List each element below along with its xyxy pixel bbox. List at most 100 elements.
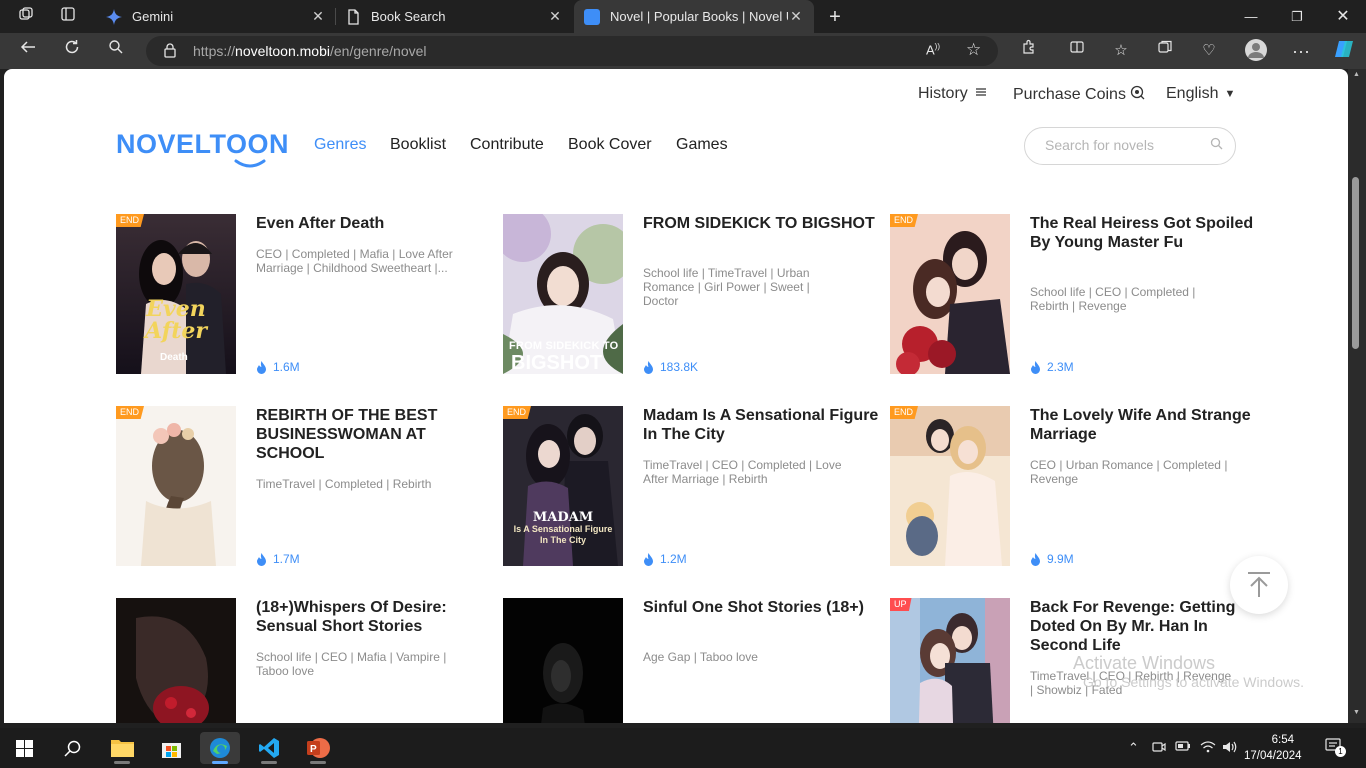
windows-taskbar: P ⌃ 6:54 17/04/2024 1 [0,728,1366,768]
book-cover-image[interactable] [503,598,623,723]
book-title[interactable]: Even After Death [256,214,496,233]
favorite-star-icon[interactable]: ☆ [966,40,981,60]
book-card[interactable]: END The Lovely Wife And Strange Marriage… [890,406,1260,566]
book-card[interactable]: END REBIRTH OF THE BEST BUSINESSWOMAN AT… [116,406,486,566]
file-explorer-button[interactable] [102,732,142,764]
favorites-icon[interactable]: ☆ [1107,38,1135,64]
book-title[interactable]: FROM SIDEKICK TO BIGSHOT [643,214,883,233]
close-tab-icon[interactable]: ✕ [310,8,326,25]
minimize-icon[interactable]: — [1228,0,1274,33]
history-link[interactable]: History [918,85,987,103]
scroll-up-icon[interactable]: ▲ [1353,71,1360,78]
restore-icon[interactable]: ❐ [1274,0,1320,33]
book-views: 9.9M [1030,552,1074,566]
book-card[interactable]: UP Back For Revenge: Getting Doted On By… [890,598,1260,723]
collections-icon[interactable] [1151,38,1179,64]
more-menu-icon[interactable]: ··· [1287,38,1315,64]
book-genres: TimeTravel | CEO | Rebirth | Revenge | S… [1030,669,1232,697]
book-card[interactable]: END The Real Heiress Got Spoiled By Youn… [890,214,1260,374]
browser-essentials-icon[interactable]: ♡ [1195,38,1223,64]
volume-icon[interactable] [1222,740,1238,757]
close-tab-icon[interactable]: ✕ [547,8,563,25]
book-cover-image[interactable]: MADAM Is A Sensational Figure In The Cit… [503,406,623,566]
browser-toolbar: https://noveltoon.mobi/en/genre/novel A)… [0,33,1366,69]
powerpoint-button[interactable]: P [298,732,338,764]
scrollbar-thumb[interactable] [1352,177,1359,349]
status-badge: END [116,406,145,419]
book-card[interactable]: Even After Death END Even After Death CE… [116,214,486,374]
tab-noveltoon[interactable]: Novel | Popular Books | Novel Up ✕ [574,0,814,33]
purchase-coins-link[interactable]: Purchase Coins [1013,85,1145,105]
edge-browser-button[interactable] [200,732,240,764]
url-scheme: https:// [193,43,236,59]
cover-subtitle-text: Is A Sensational Figure In The City [513,524,613,545]
close-tab-icon[interactable]: ✕ [788,8,804,25]
book-card[interactable]: MADAM Is A Sensational Figure In The Cit… [503,406,878,566]
show-hidden-icons-icon[interactable]: ⌃ [1128,740,1139,756]
book-title[interactable]: Sinful One Shot Stories (18+) [643,598,883,617]
cover-subtitle-text: Death [160,352,188,363]
book-cover-image[interactable]: END [116,406,236,566]
page-viewport: History Purchase Coins English ▼ NOVELTO… [4,69,1348,723]
scroll-down-icon[interactable]: ▼ [1353,709,1360,716]
book-cover-image[interactable]: FROM SIDEKICK TO BIGSHOT [503,214,623,374]
page-scrollbar[interactable]: ▲ ▼ [1348,69,1366,723]
address-bar[interactable]: https://noveltoon.mobi/en/genre/novel A)… [146,36,998,66]
book-card[interactable]: Sinful One Shot Stories (18+) Age Gap | … [503,598,873,723]
extensions-icon[interactable] [1015,38,1043,64]
book-cover-image[interactable]: END [890,214,1010,374]
microsoft-store-button[interactable] [151,732,191,764]
search-icon[interactable] [1210,137,1223,153]
book-title[interactable]: Madam Is A Sensational Figure In The Cit… [643,406,883,444]
book-cover-image[interactable] [116,598,236,723]
read-aloud-icon[interactable]: A)) [926,42,940,57]
nav-book-cover[interactable]: Book Cover [568,136,652,154]
refresh-icon[interactable] [58,38,86,64]
copilot-icon[interactable] [1330,38,1358,64]
nav-games[interactable]: Games [676,136,728,154]
vscode-icon [259,738,279,758]
nav-genres[interactable]: Genres [314,136,366,154]
tab-gemini[interactable]: Gemini ✕ [96,0,336,33]
book-title[interactable]: Back For Revenge: Getting Doted On By Mr… [1030,598,1270,655]
svg-text:P: P [310,744,317,755]
system-clock[interactable]: 6:54 17/04/2024 [1244,732,1302,764]
workspaces-icon[interactable] [15,6,37,28]
back-icon[interactable] [14,38,42,64]
language-dropdown[interactable]: English ▼ [1166,85,1235,103]
profile-avatar[interactable] [1242,38,1270,64]
search-icon[interactable] [102,38,130,64]
clock-date: 17/04/2024 [1244,750,1302,762]
views-count: 1.6M [273,360,300,374]
noveltoon-logo[interactable]: NOVELTOON [116,129,294,169]
book-title[interactable]: (18+)Whispers Of Desire: Sensual Short S… [256,598,496,636]
book-card[interactable]: FROM SIDEKICK TO BIGSHOT FROM SIDEKICK T… [503,214,875,374]
taskbar-search-button[interactable] [52,732,92,764]
notification-center-icon[interactable]: 1 [1325,738,1346,757]
lock-icon[interactable] [164,43,176,63]
book-title[interactable]: REBIRTH OF THE BEST BUSINESSWOMAN AT SCH… [256,406,496,463]
nav-contribute[interactable]: Contribute [470,136,544,154]
back-to-top-button[interactable] [1230,556,1288,614]
vertical-tabs-icon[interactable] [57,6,79,28]
new-tab-icon[interactable]: + [824,6,846,28]
start-button[interactable] [4,732,44,764]
book-card[interactable]: (18+)Whispers Of Desire: Sensual Short S… [116,598,486,723]
meet-now-icon[interactable] [1152,740,1166,757]
book-title[interactable]: The Lovely Wife And Strange Marriage [1030,406,1270,444]
tab-book-search[interactable]: Book Search ✕ [335,0,573,33]
book-cover-image[interactable]: UP [890,598,1010,723]
vscode-button[interactable] [249,732,289,764]
book-cover-image[interactable]: Even After Death END [116,214,236,374]
wifi-icon[interactable] [1200,740,1216,757]
book-cover-image[interactable]: END [890,406,1010,566]
status-badge: END [890,406,919,419]
nav-booklist[interactable]: Booklist [390,136,446,154]
edge-icon [210,738,230,758]
battery-icon[interactable] [1175,740,1191,755]
close-window-icon[interactable]: ✕ [1320,0,1366,33]
novel-search-box[interactable] [1024,127,1236,165]
book-title[interactable]: The Real Heiress Got Spoiled By Young Ma… [1030,214,1270,252]
split-screen-icon[interactable] [1063,38,1091,64]
search-input[interactable] [1045,137,1205,153]
